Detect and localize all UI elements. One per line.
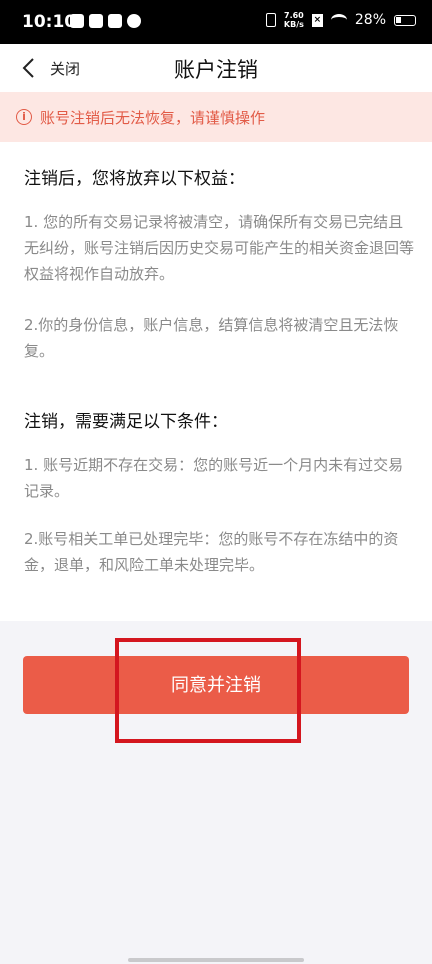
list-item: 1. 您的所有交易记录将被清空，请确保所有交易已完结且无纠纷，账号注销后因历史交…: [24, 213, 415, 283]
network-speed-unit: KB/s: [283, 20, 304, 29]
section-heading: 注销后，您将放弃以下权益：: [24, 169, 245, 189]
wifi-icon: [330, 14, 347, 26]
status-right: 7.60 KB/s × 28%: [265, 11, 416, 29]
info-icon: i: [16, 109, 32, 125]
network-speed-value: 7.60: [284, 11, 304, 20]
page-title: 账户注销: [174, 58, 258, 82]
terms-panel: 注销后，您将放弃以下权益： 1. 您的所有交易记录将被清空，请确保所有交易已完结…: [0, 142, 432, 621]
app-notification-icon: [70, 14, 84, 28]
app-notification-icon: [108, 14, 122, 28]
status-time: 10:10: [22, 12, 77, 32]
battery-icon: [394, 14, 416, 26]
notification-icons: [70, 14, 141, 28]
network-speed: 7.60 KB/s: [284, 11, 304, 29]
warning-text: 账号注销后无法恢复，请谨慎操作: [40, 108, 266, 127]
list-item: 2.你的身份信息，账户信息，结算信息将被清空且无法恢复。: [24, 316, 399, 360]
list-item: 2.账号相关工单已处理完毕：您的账号不存在冻结中的资金，退单，和风险工单未处理完…: [24, 530, 399, 574]
vibrate-icon: [265, 13, 276, 27]
battery-percent: 28%: [354, 12, 386, 28]
warning-banner: i 账号注销后无法恢复，请谨慎操作: [0, 92, 432, 142]
nav-bar: 关闭 账户注销: [0, 44, 432, 92]
highlight-box: [115, 638, 301, 743]
status-bar: 10:10 7.60 KB/s × 28%: [0, 0, 432, 44]
list-item: 1. 账号近期不存在交易：您的账号近一个月内未有过交易记录。: [24, 456, 404, 500]
home-indicator[interactable]: [128, 958, 304, 962]
mail-notification-icon: [89, 14, 103, 28]
sim-off-icon: ×: [311, 13, 323, 27]
wechat-notification-icon: [127, 14, 141, 28]
section-heading: 注销，需要满足以下条件：: [24, 412, 228, 432]
